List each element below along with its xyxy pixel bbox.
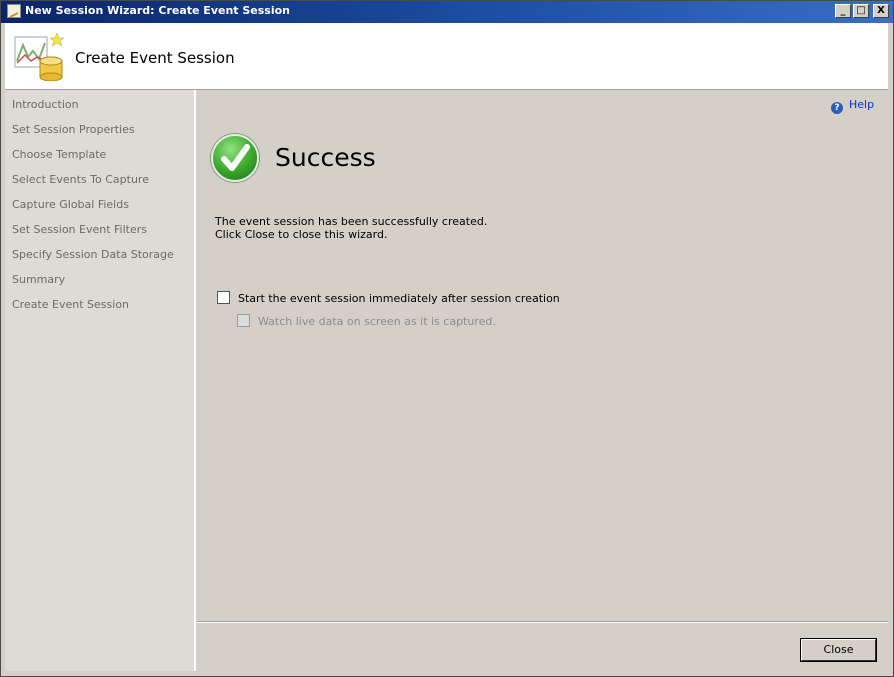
start-session-checkbox[interactable] bbox=[217, 291, 230, 304]
header-title: Create Event Session bbox=[75, 49, 235, 67]
start-session-label[interactable]: Start the event session immediately afte… bbox=[238, 292, 560, 305]
sidebar-item-select-events[interactable]: Select Events To Capture bbox=[5, 171, 194, 196]
close-window-button[interactable]: X bbox=[873, 4, 889, 18]
maximize-button[interactable]: □ bbox=[853, 4, 869, 18]
start-session-option[interactable]: Start the event session immediately afte… bbox=[217, 291, 560, 305]
help-icon: ? bbox=[831, 102, 843, 114]
help-label[interactable]: Help bbox=[849, 98, 874, 111]
main-panel: ? Help Success The event session has been… bbox=[197, 90, 888, 621]
sidebar-item-choose-template[interactable]: Choose Template bbox=[5, 146, 194, 171]
help-link[interactable]: ? Help bbox=[831, 98, 874, 114]
sidebar-item-summary[interactable]: Summary bbox=[5, 271, 194, 296]
app-icon bbox=[7, 4, 21, 18]
sidebar-item-capture-global-fields[interactable]: Capture Global Fields bbox=[5, 196, 194, 221]
watch-live-checkbox bbox=[237, 314, 250, 327]
sidebar-item-set-session-properties[interactable]: Set Session Properties bbox=[5, 121, 194, 146]
sidebar-item-introduction[interactable]: Introduction bbox=[5, 96, 194, 121]
wizard-steps-sidebar: Introduction Set Session Properties Choo… bbox=[5, 90, 196, 671]
sidebar-item-create-event-session[interactable]: Create Event Session bbox=[5, 296, 194, 321]
minimize-button[interactable]: _ bbox=[835, 4, 851, 18]
close-button[interactable]: Close bbox=[800, 638, 877, 662]
watch-live-label: Watch live data on screen as it is captu… bbox=[258, 315, 496, 328]
wizard-header: Create Event Session bbox=[5, 23, 888, 90]
window-title: New Session Wizard: Create Event Session bbox=[25, 4, 291, 17]
wizard-window: New Session Wizard: Create Event Session… bbox=[0, 0, 894, 677]
sidebar-item-set-event-filters[interactable]: Set Session Event Filters bbox=[5, 221, 194, 246]
wizard-footer: Close bbox=[197, 622, 888, 672]
success-check-icon bbox=[211, 134, 259, 182]
status-title: Success bbox=[275, 143, 376, 172]
watch-live-option: Watch live data on screen as it is captu… bbox=[237, 314, 496, 328]
event-session-chart-icon bbox=[14, 32, 65, 81]
title-bar[interactable]: New Session Wizard: Create Event Session… bbox=[1, 1, 893, 23]
status-message-line1: The event session has been successfully … bbox=[215, 215, 488, 228]
status-message: The event session has been successfully … bbox=[215, 215, 487, 241]
status-message-line2: Click Close to close this wizard. bbox=[215, 228, 388, 241]
sidebar-item-specify-data-storage[interactable]: Specify Session Data Storage bbox=[5, 246, 194, 271]
